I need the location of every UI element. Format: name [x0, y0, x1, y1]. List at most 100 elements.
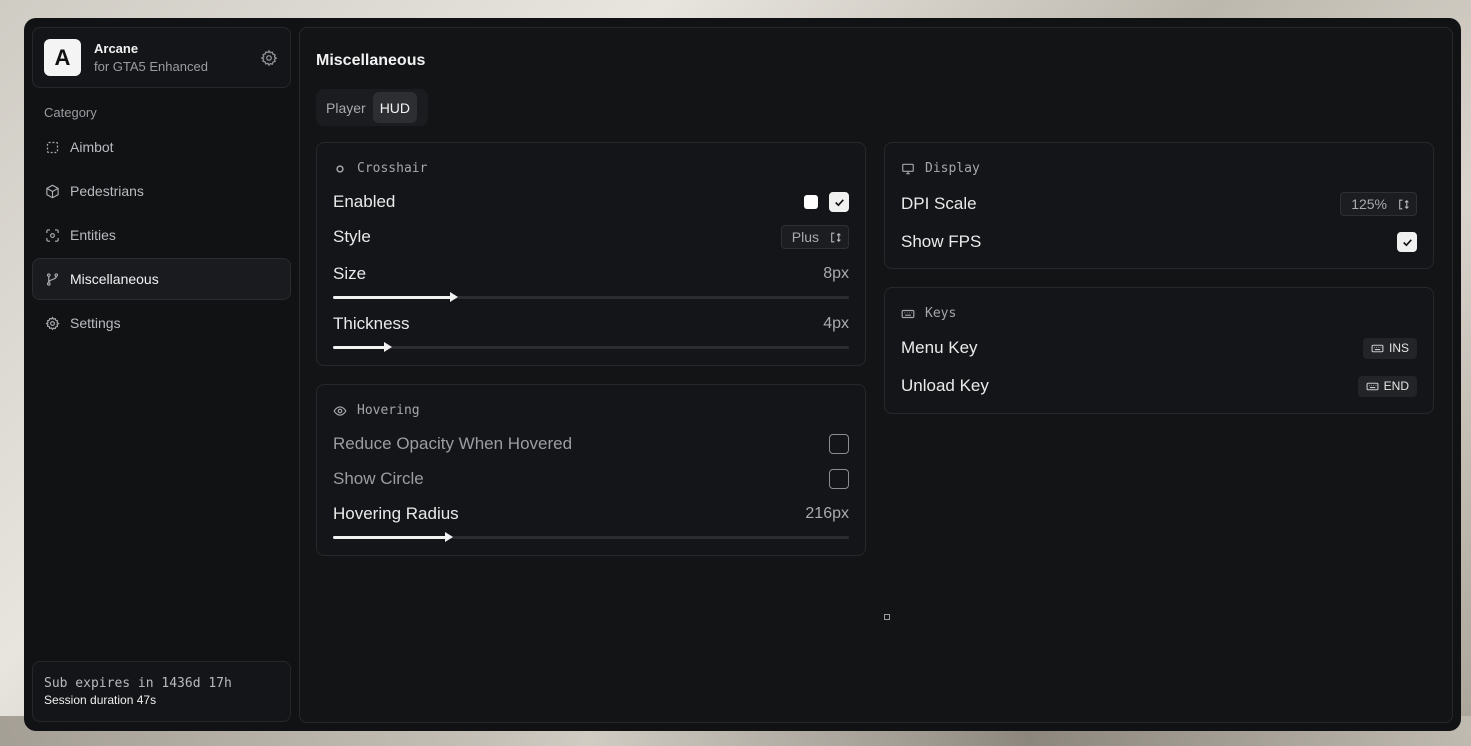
main-panel: Miscellaneous Player HUD Crosshair Enabl… — [299, 27, 1453, 723]
dpi-label: DPI Scale — [901, 194, 977, 213]
branch-icon — [46, 272, 59, 286]
unload-key-value: END — [1383, 379, 1409, 393]
subscription-box: Sub expires in 1436d 17h Session duratio… — [32, 661, 291, 722]
menu-key-value: INS — [1388, 341, 1409, 355]
menu-key-button[interactable]: INS — [1362, 337, 1417, 359]
dpi-value: 125% — [1351, 196, 1387, 212]
crosshair-card: Crosshair Enabled Style Plus Size 8px Th… — [316, 142, 866, 366]
eye-icon — [333, 405, 347, 416]
unload-key-button[interactable]: END — [1357, 375, 1417, 397]
menu-key-row: Menu Key INS — [901, 337, 1417, 359]
gear-icon — [45, 316, 60, 330]
crosshair-frame-icon — [46, 141, 59, 153]
keyboard-icon — [1371, 344, 1384, 352]
sidebar-item-label: Entities — [70, 227, 116, 243]
card-header: Display — [901, 161, 980, 176]
style-value: Plus — [791, 229, 819, 245]
tab-player[interactable]: Player — [319, 92, 373, 123]
card-header: Hovering — [333, 403, 420, 418]
brand-card: A Arcane for GTA5 Enhanced — [32, 27, 291, 88]
sidebar-item-label: Settings — [70, 315, 121, 331]
page-title: Miscellaneous — [316, 52, 426, 69]
style-row: Style Plus — [333, 225, 849, 249]
gear-icon[interactable] — [260, 49, 278, 67]
sidebar-item-aimbot[interactable]: Aimbot — [32, 126, 291, 168]
slider-fill — [333, 536, 450, 539]
sidebar-item-label: Miscellaneous — [70, 271, 159, 287]
slider-fill — [333, 346, 388, 349]
enabled-checkbox[interactable] — [829, 192, 849, 212]
thickness-row: Thickness 4px — [333, 313, 849, 335]
size-slider[interactable] — [333, 292, 849, 302]
style-select[interactable]: Plus — [780, 225, 849, 249]
reduce-opacity-checkbox[interactable] — [829, 434, 849, 454]
dpi-select[interactable]: 125% — [1340, 192, 1417, 216]
hovering-card: Hovering Reduce Opacity When Hovered Sho… — [316, 384, 866, 556]
sidebar-nav: Aimbot Pedestrians Entities Miscellaneou… — [32, 126, 291, 346]
cube-icon — [46, 184, 59, 198]
tab-bar: Player HUD — [316, 89, 428, 126]
unload-key-label: Unload Key — [901, 376, 989, 395]
monitor-icon — [902, 163, 914, 174]
sidebar-item-miscellaneous[interactable]: Miscellaneous — [32, 258, 291, 300]
sidebar: A Arcane for GTA5 Enhanced Category Aimb… — [24, 18, 298, 731]
size-value: 8px — [823, 265, 849, 282]
card-title: Hovering — [357, 403, 420, 418]
crosshair-color-swatch[interactable] — [804, 195, 818, 209]
radius-value: 216px — [805, 505, 849, 522]
enabled-label: Enabled — [333, 192, 396, 211]
selector-icon — [831, 232, 841, 242]
card-title: Crosshair — [357, 161, 428, 176]
sidebar-item-pedestrians[interactable]: Pedestrians — [32, 170, 291, 212]
mouse-cursor — [884, 614, 890, 620]
tab-hud[interactable]: HUD — [372, 92, 418, 123]
display-card: Display DPI Scale 125% Show FPS — [884, 142, 1434, 269]
show-circle-label: Show Circle — [333, 469, 424, 488]
keys-card: Keys Menu Key INS Unload Key END — [884, 287, 1434, 414]
session-duration: Session duration 47s — [44, 693, 157, 707]
thickness-value: 4px — [823, 315, 849, 332]
selector-icon — [1399, 199, 1409, 209]
size-row: Size 8px — [333, 263, 849, 285]
radius-label: Hovering Radius — [333, 504, 459, 523]
enabled-row: Enabled — [333, 191, 849, 213]
slider-fill — [333, 296, 455, 299]
slider-thumb[interactable] — [383, 342, 392, 352]
fps-row: Show FPS — [901, 231, 1417, 253]
sidebar-item-settings[interactable]: Settings — [32, 302, 291, 344]
menu-key-label: Menu Key — [901, 338, 978, 357]
sidebar-item-entities[interactable]: Entities — [32, 214, 291, 256]
slider-thumb[interactable] — [445, 532, 454, 542]
dpi-row: DPI Scale 125% — [901, 192, 1417, 216]
sidebar-item-label: Pedestrians — [70, 183, 144, 199]
radius-slider[interactable] — [333, 532, 849, 542]
sidebar-item-label: Aimbot — [70, 139, 114, 155]
app-logo: A — [44, 39, 81, 76]
radius-row: Hovering Radius 216px — [333, 503, 849, 525]
card-title: Display — [925, 161, 980, 176]
check-icon — [834, 198, 844, 206]
show-circle-checkbox[interactable] — [829, 469, 849, 489]
keyboard-icon — [1366, 382, 1379, 390]
card-header: Keys — [901, 306, 956, 321]
style-label: Style — [333, 227, 371, 246]
thickness-slider[interactable] — [333, 342, 849, 352]
fps-checkbox[interactable] — [1397, 232, 1417, 252]
card-header: Crosshair — [333, 161, 427, 176]
reduce-opacity-row: Reduce Opacity When Hovered — [333, 433, 849, 455]
app-window: A Arcane for GTA5 Enhanced Category Aimb… — [24, 18, 1461, 731]
keyboard-icon — [901, 309, 915, 318]
fps-label: Show FPS — [901, 232, 982, 251]
app-name: Arcane — [94, 41, 139, 56]
app-subtitle: for GTA5 Enhanced — [94, 59, 208, 74]
reduce-opacity-label: Reduce Opacity When Hovered — [333, 434, 573, 453]
size-label: Size — [333, 264, 367, 283]
check-icon — [1402, 238, 1412, 246]
category-label: Category — [44, 105, 97, 120]
thickness-label: Thickness — [333, 314, 410, 333]
card-title: Keys — [925, 306, 957, 321]
subscription-expiry: Sub expires in 1436d 17h — [44, 676, 232, 691]
unload-key-row: Unload Key END — [901, 375, 1417, 397]
slider-thumb[interactable] — [450, 292, 459, 302]
circle-icon — [336, 164, 344, 173]
